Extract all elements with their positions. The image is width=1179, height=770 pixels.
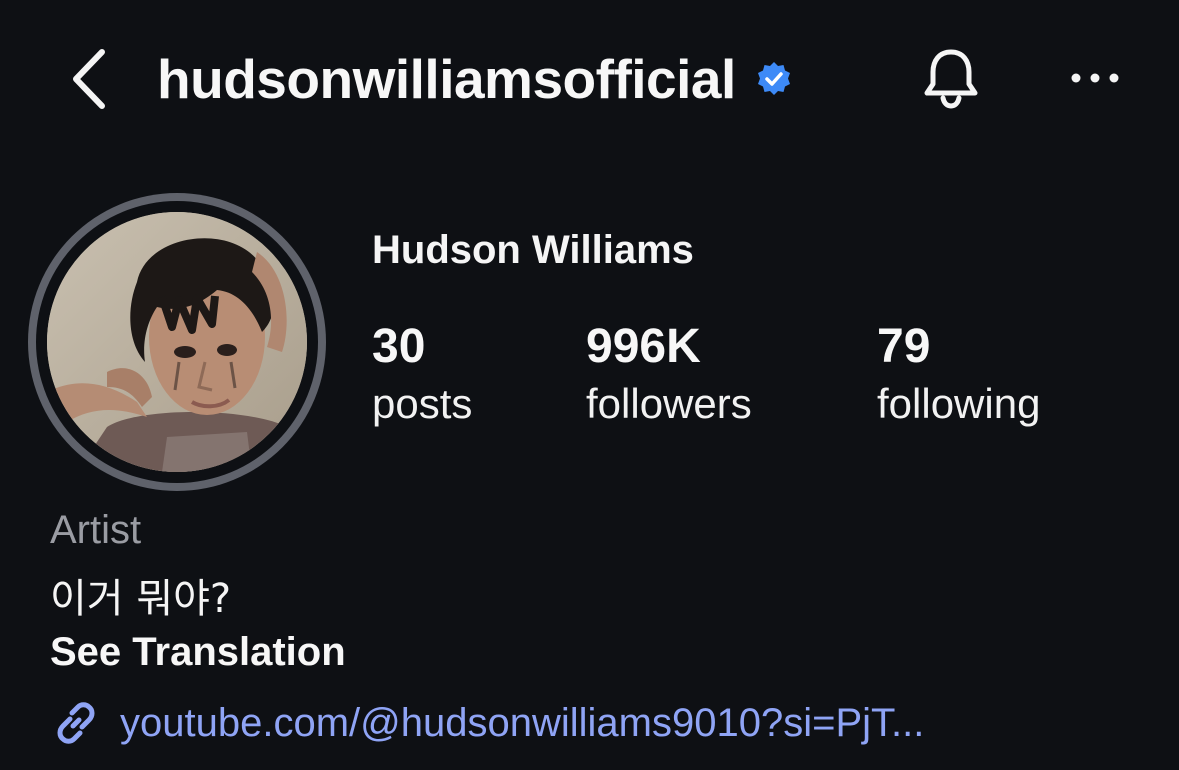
followers-label: followers	[586, 380, 752, 427]
more-horizontal-icon	[1071, 73, 1119, 83]
following-count: 79	[877, 320, 931, 373]
username-title: hudsonwilliamsofficial	[157, 48, 736, 110]
posts-count: 30	[372, 320, 426, 373]
posts-label: posts	[372, 380, 473, 427]
profile-link[interactable]: youtube.com/@hudsonwilliams9010?si=PjT..…	[50, 695, 924, 751]
avatar-photo	[47, 212, 307, 472]
posts-count-stat[interactable]: 30 posts	[372, 318, 472, 432]
profile-bio: 이거 뭐야?	[50, 576, 232, 622]
profile-avatar[interactable]	[28, 193, 326, 491]
following-label: following	[877, 380, 1041, 427]
verified-badge-icon	[756, 61, 792, 97]
bell-icon	[924, 49, 978, 109]
display-name: Hudson Williams	[372, 228, 694, 272]
followers-count-stat[interactable]: 996K followers	[586, 318, 752, 432]
profile-link-url: youtube.com/@hudsonwilliams9010?si=PjT..…	[120, 700, 925, 745]
more-options-button[interactable]	[1065, 48, 1125, 108]
see-translation-button[interactable]: See Translation	[50, 630, 346, 675]
back-button[interactable]	[58, 44, 118, 114]
top-navigation-bar: hudsonwilliamsofficial	[0, 0, 1179, 160]
following-count-stat[interactable]: 79 following	[877, 318, 1040, 432]
profile-category: Artist	[50, 508, 142, 552]
followers-count: 996K	[586, 320, 701, 373]
link-icon	[50, 697, 102, 749]
notifications-bell-button[interactable]	[915, 42, 987, 114]
chevron-left-icon	[73, 49, 105, 109]
username-header: hudsonwilliamsofficial	[157, 44, 792, 114]
